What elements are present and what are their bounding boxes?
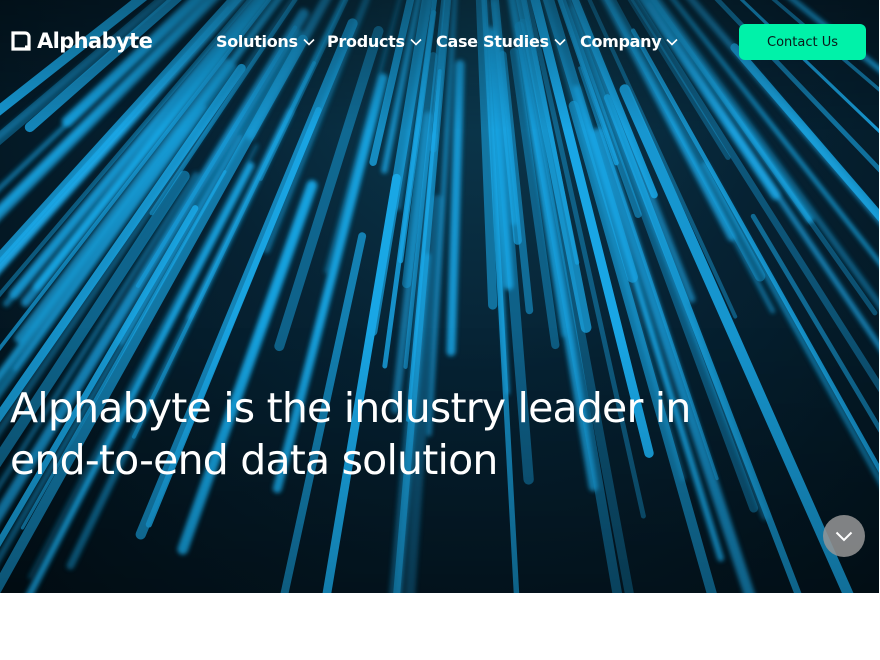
- nav-item-label: Case Studies: [436, 31, 549, 51]
- chevron-down-icon: [666, 38, 678, 46]
- top-navbar: Alphabyte Solutions Products Case Studie…: [0, 0, 879, 84]
- scroll-down-button[interactable]: [823, 515, 865, 557]
- chevron-down-icon: [303, 38, 315, 46]
- hero-background-image: [0, 0, 879, 593]
- content-section: [0, 593, 880, 660]
- light-ray: [446, 59, 465, 357]
- nav-item-label: Products: [327, 31, 405, 51]
- chevron-down-icon: [410, 38, 422, 46]
- nav-item-label: Company: [580, 31, 662, 51]
- nav-item-products[interactable]: Products: [327, 30, 422, 52]
- nav-item-case-studies[interactable]: Case Studies: [436, 30, 566, 52]
- brand-logo[interactable]: Alphabyte: [10, 28, 153, 54]
- nav-item-company[interactable]: Company: [580, 30, 678, 52]
- hero-headline-line-1: Alphabyte is the industry leader in: [10, 384, 691, 432]
- hero-section: Alphabyte Solutions Products Case Studie…: [0, 0, 879, 593]
- hero-headline-line-2: end-to-end data solution: [10, 436, 498, 484]
- hero-headline: Alphabyte is the industry leader in end-…: [10, 382, 810, 486]
- chevron-down-icon: [835, 531, 853, 541]
- alphabyte-logo-icon: [11, 31, 31, 51]
- chevron-down-icon: [554, 38, 566, 46]
- nav-item-label: Solutions: [216, 31, 298, 51]
- nav-item-solutions[interactable]: Solutions: [216, 30, 315, 52]
- brand-name: Alphabyte: [37, 29, 153, 53]
- light-ray: [177, 180, 318, 555]
- contact-us-button[interactable]: Contact Us: [739, 24, 866, 60]
